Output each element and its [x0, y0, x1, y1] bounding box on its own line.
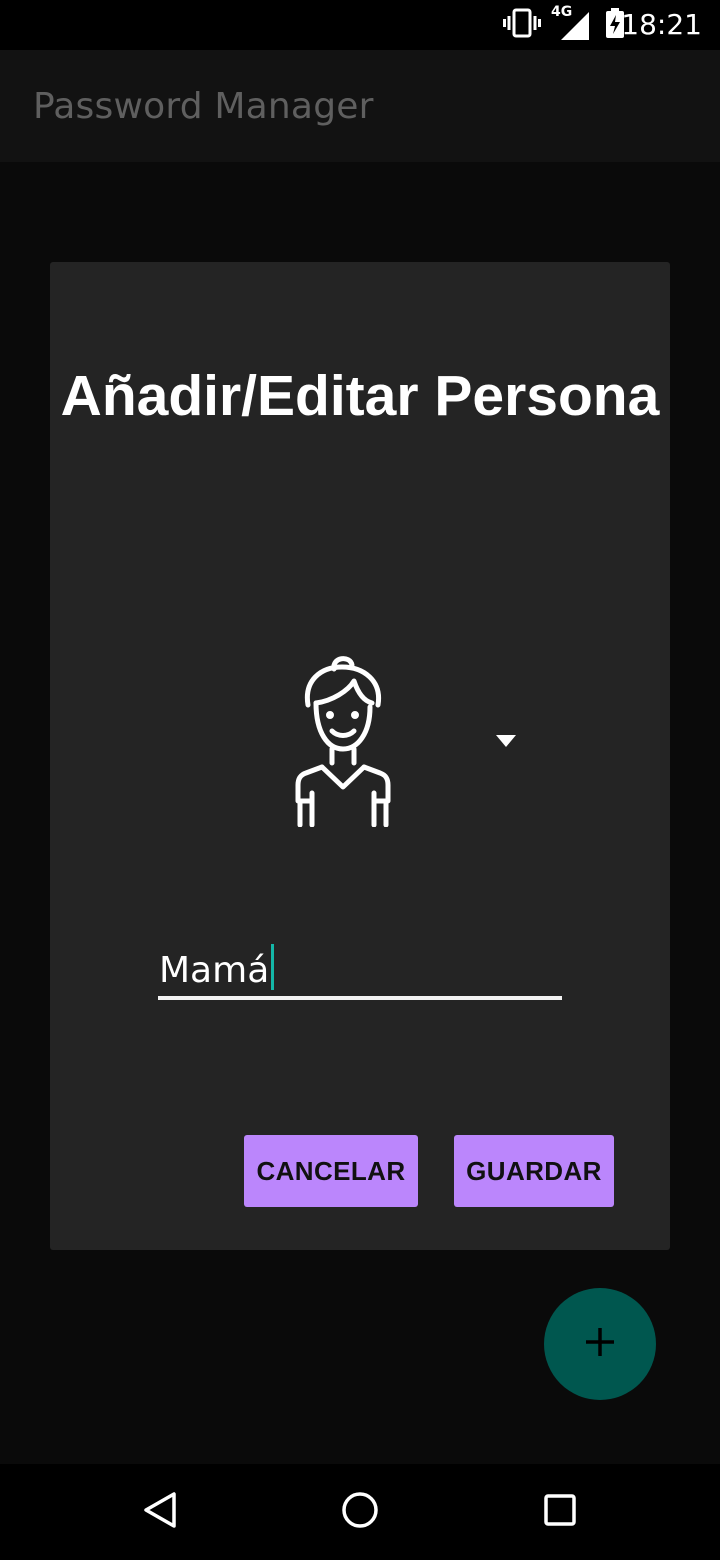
back-button[interactable] [136, 1488, 184, 1536]
dialog-title: Añadir/Editar Persona [60, 364, 660, 428]
screen: 4G 18:21 Password Manager Añadir/Editar … [0, 0, 720, 1560]
home-button[interactable] [336, 1488, 384, 1536]
name-input[interactable]: Mamá [158, 934, 562, 1000]
vibrate-icon [503, 8, 541, 43]
status-bar: 4G 18:21 [0, 0, 720, 50]
woman-icon [292, 651, 392, 828]
text-cursor [271, 944, 275, 990]
signal-icon: 4G [551, 4, 591, 40]
name-input-value: Mamá [159, 944, 275, 991]
cancel-button[interactable]: CANCELAR [244, 1135, 418, 1207]
back-icon [140, 1490, 180, 1535]
dropdown-arrow-icon[interactable] [494, 733, 518, 749]
add-edit-person-dialog: Añadir/Editar Persona Mamá CANCELAR GUAR… [50, 262, 670, 1250]
status-icons: 4G [503, 4, 625, 43]
recents-icon [540, 1490, 580, 1535]
save-button[interactable]: GUARDAR [454, 1135, 614, 1207]
network-type-label: 4G [551, 4, 573, 20]
app-bar: Password Manager [0, 50, 720, 162]
add-fab-button[interactable] [544, 1288, 656, 1400]
app-title: Password Manager [33, 86, 374, 127]
status-time: 18:21 [621, 8, 702, 41]
navigation-bar [0, 1464, 720, 1560]
recents-button[interactable] [536, 1488, 584, 1536]
plus-icon [584, 1326, 616, 1363]
avatar-selector[interactable] [280, 647, 540, 837]
home-icon [340, 1490, 380, 1535]
